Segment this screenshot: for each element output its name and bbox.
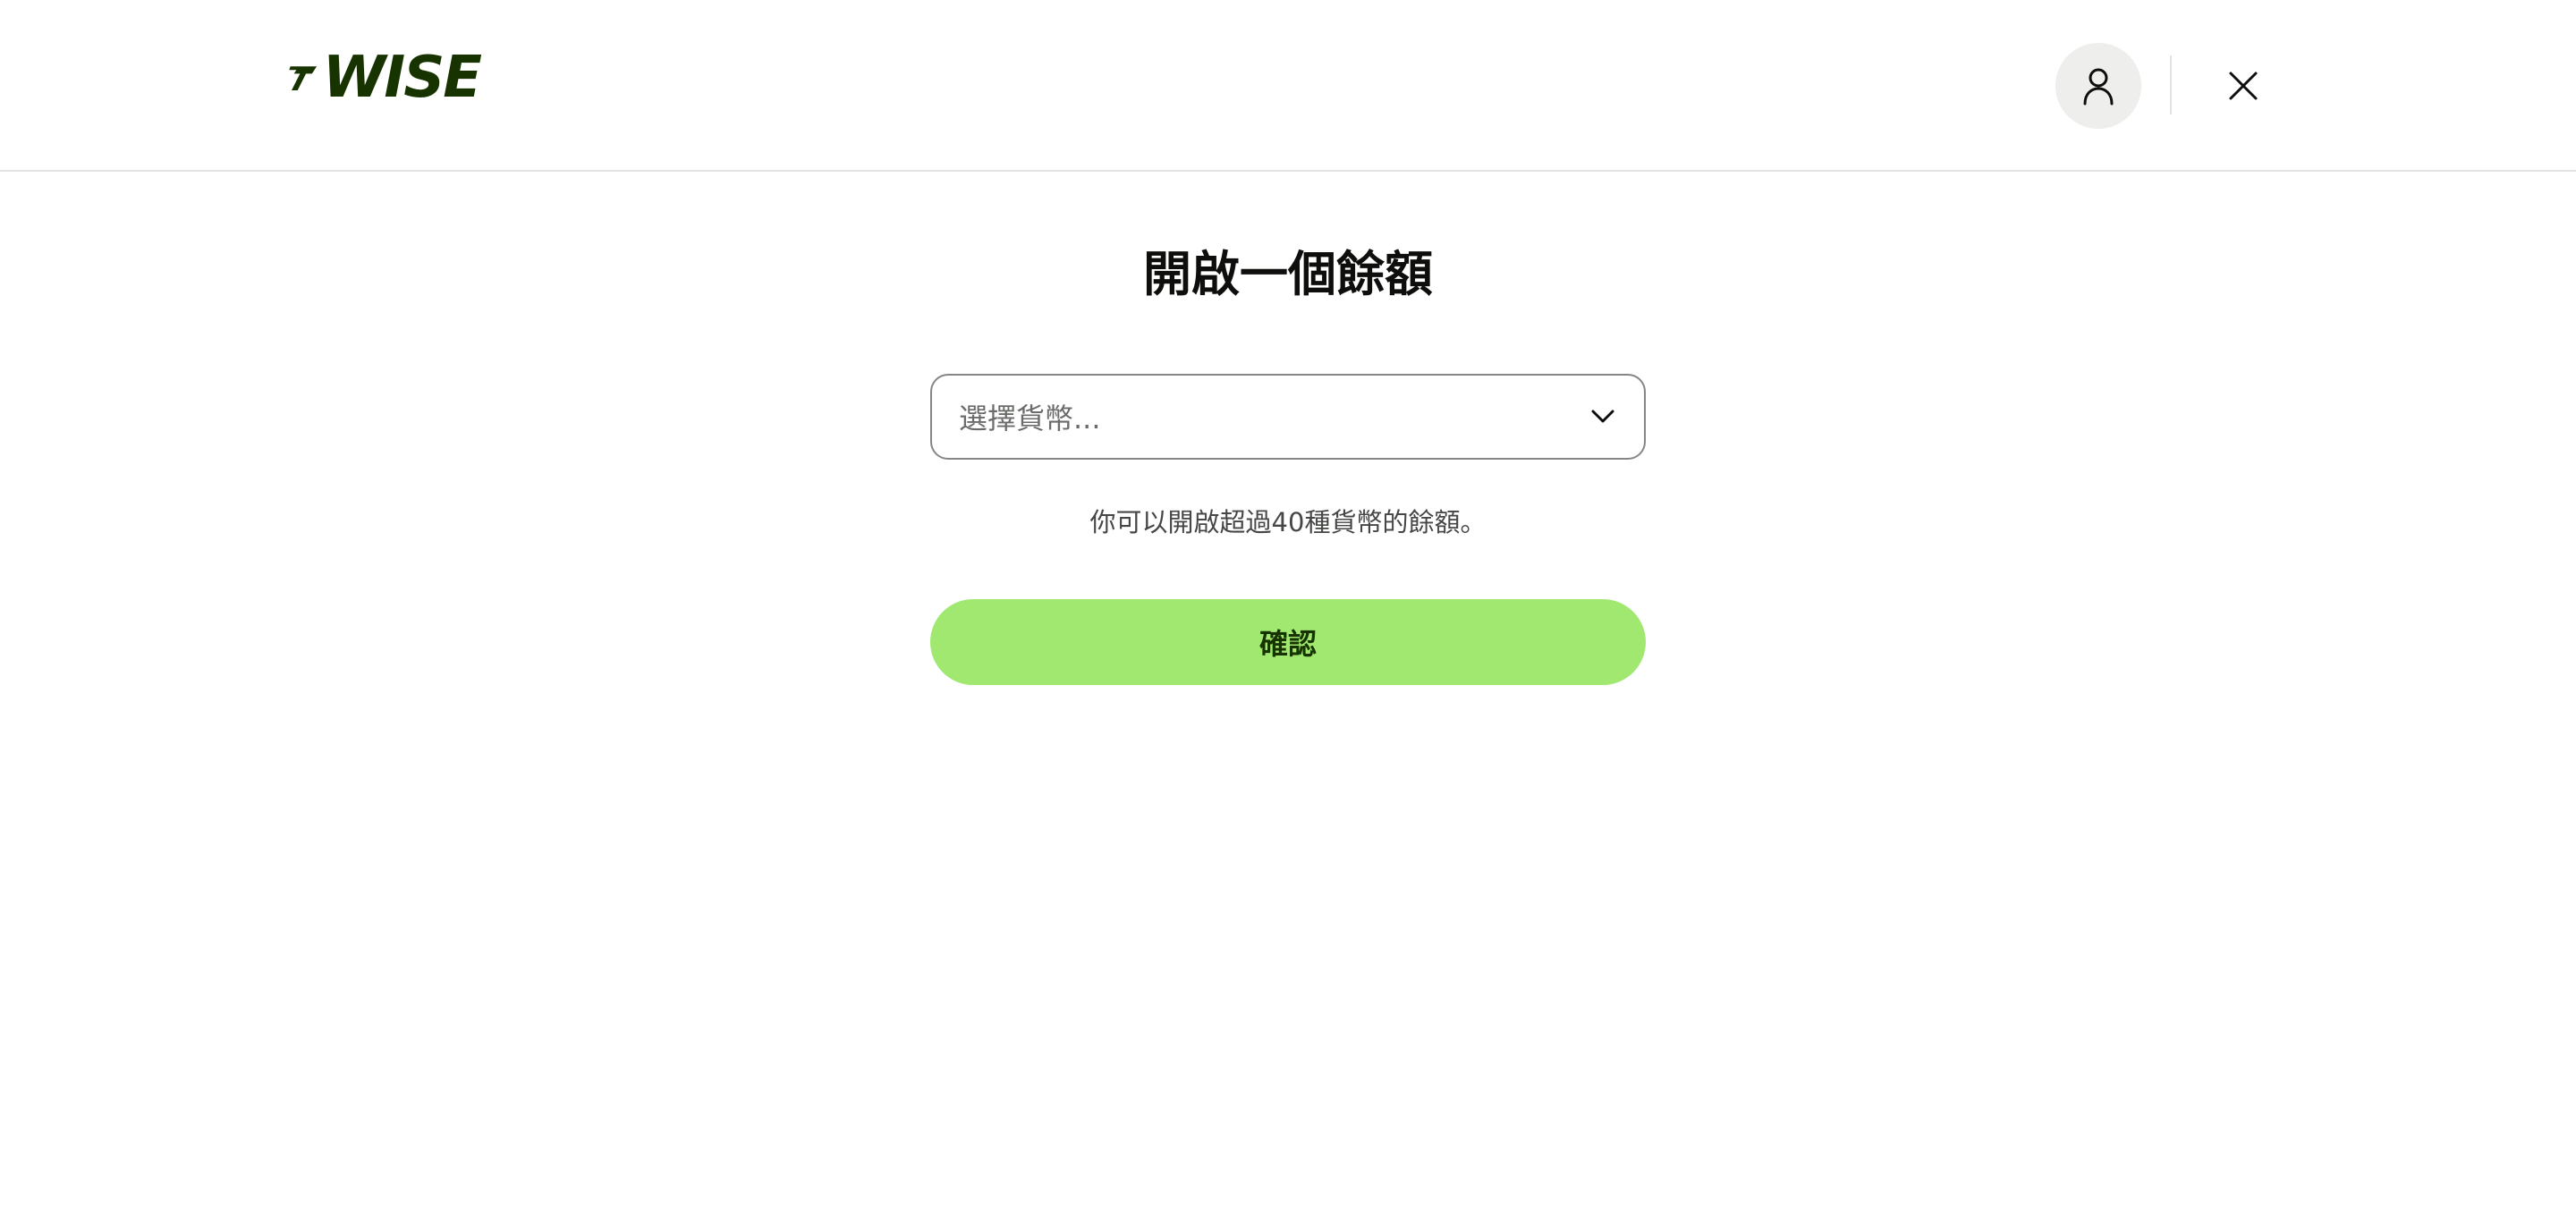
page-title: 開啟一個餘額 — [1143, 246, 1433, 302]
confirm-button[interactable]: 確認 — [930, 599, 1646, 685]
logo-wordmark: WISE — [322, 45, 482, 111]
currency-select[interactable]: 選擇貨幣... — [930, 374, 1646, 460]
close-button[interactable] — [2216, 54, 2270, 118]
helper-text: 你可以開啟超過40種貨幣的餘額。 — [1089, 507, 1487, 537]
profile-button[interactable] — [2055, 43, 2141, 129]
close-icon — [2229, 72, 2258, 100]
currency-select-placeholder: 選擇貨幣... — [959, 402, 1101, 436]
wise-flag-icon — [289, 66, 318, 91]
top-bar: WISE — [0, 0, 2576, 172]
wise-logo[interactable]: WISE — [288, 45, 482, 111]
user-icon — [2083, 68, 2114, 106]
header-divider — [2170, 55, 2172, 114]
chevron-down-icon — [1589, 402, 1617, 431]
